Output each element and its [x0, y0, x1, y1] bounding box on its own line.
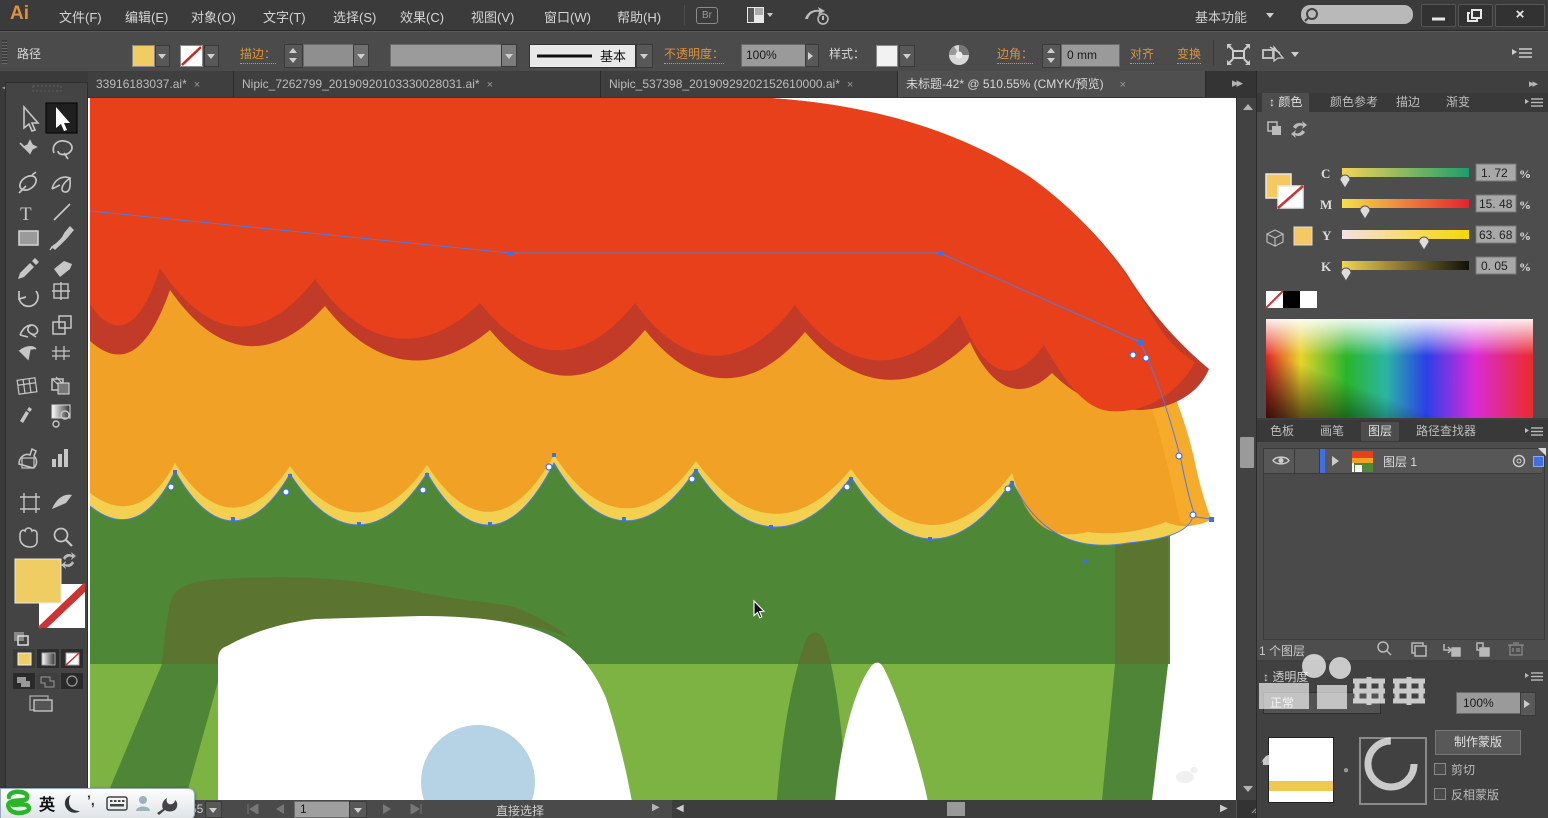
svg-text:0. 05: 0. 05	[1481, 259, 1508, 273]
svg-text:15. 48: 15. 48	[1479, 197, 1513, 211]
svg-text:1. 72: 1. 72	[1481, 166, 1508, 180]
svg-text:C: C	[1321, 166, 1330, 181]
svg-text:K: K	[1321, 259, 1332, 274]
svg-text:%: %	[1519, 198, 1531, 212]
svg-text:’,: ’,	[87, 792, 95, 808]
svg-text:Y: Y	[1322, 228, 1332, 243]
svg-text:%: %	[1519, 229, 1531, 243]
svg-text:63. 68: 63. 68	[1479, 228, 1513, 242]
svg-text:%: %	[1519, 260, 1531, 274]
svg-text:英: 英	[38, 795, 56, 814]
svg-text:T: T	[20, 204, 32, 225]
svg-text:%: %	[1519, 167, 1531, 181]
svg-text:M: M	[1320, 197, 1332, 212]
svg-text:基本: 基本	[600, 49, 626, 64]
